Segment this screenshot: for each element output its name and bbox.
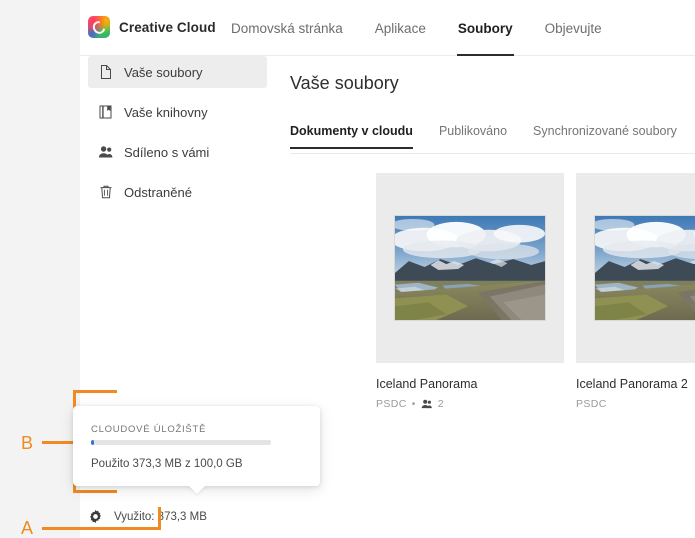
cloud-storage-popover-label: CLOUDOVÉ ÚLOŽIŠTĚ bbox=[91, 424, 207, 435]
nav-item-discover[interactable]: Objevujte bbox=[529, 0, 618, 56]
brand-name: Creative Cloud bbox=[119, 19, 216, 35]
gear-icon bbox=[90, 509, 101, 524]
sidebar-item-your-files[interactable]: Vaše soubory bbox=[88, 56, 267, 88]
file-card-meta-separator: • bbox=[411, 398, 416, 410]
screenshot-root: Creative Cloud Domovská stránka Aplikace… bbox=[0, 0, 695, 538]
sidebar-item-your-libraries[interactable]: Vaše knihovny bbox=[88, 96, 267, 128]
cloud-storage-used-text: Použito 373,3 MB z 100,0 GB bbox=[91, 458, 243, 470]
file-card-name: Iceland Panorama 2 bbox=[576, 377, 688, 391]
sidebar-item-deleted-label: Odstraněné bbox=[124, 184, 192, 200]
people-icon bbox=[98, 146, 113, 158]
nav-item-files-label: Soubory bbox=[457, 20, 513, 36]
file-card-shared-count: 2 bbox=[437, 398, 444, 410]
tab-synced-files-label: Synchronizované soubory bbox=[533, 124, 677, 138]
top-navigation-bar: Creative Cloud Domovská stránka Aplikace… bbox=[80, 0, 695, 56]
file-card-format: PSDC bbox=[576, 398, 607, 410]
trash-icon bbox=[100, 185, 112, 199]
file-card-grid: Iceland Panorama PSDC • 2 Iceland Panora… bbox=[376, 173, 695, 410]
annotation-a-line bbox=[42, 527, 161, 530]
sidebar-item-your-files-label: Vaše soubory bbox=[124, 64, 203, 80]
nav-item-home[interactable]: Domovská stránka bbox=[215, 0, 359, 56]
file-thumbnail-container bbox=[376, 173, 564, 363]
sidebar-item-deleted[interactable]: Odstraněné bbox=[88, 176, 267, 208]
tab-bar: Dokumenty v cloudu Publikováno Synchroni… bbox=[290, 124, 695, 154]
people-icon bbox=[421, 399, 432, 409]
annotation-b-pointer bbox=[42, 441, 73, 444]
page-title: Vaše soubory bbox=[290, 73, 399, 93]
annotation-b-line-bottom bbox=[73, 490, 117, 493]
file-card[interactable]: Iceland Panorama 2 PSDC bbox=[576, 173, 695, 410]
annotation-a-tick bbox=[158, 507, 161, 530]
sidebar-item-shared-with-you[interactable]: Sdíleno s vámi bbox=[88, 136, 267, 168]
brand[interactable]: Creative Cloud bbox=[88, 16, 216, 38]
annotation-a-label: A bbox=[21, 518, 34, 538]
annotation-b-label: B bbox=[21, 433, 34, 453]
nav-item-apps-label: Aplikace bbox=[374, 20, 426, 36]
file-card-meta: PSDC • 2 bbox=[376, 398, 564, 410]
file-thumbnail-container bbox=[576, 173, 695, 363]
library-icon bbox=[99, 105, 112, 119]
cloud-storage-popover: CLOUDOVÉ ÚLOŽIŠTĚ Použito 373,3 MB z 100… bbox=[73, 406, 320, 486]
sidebar-item-your-libraries-label: Vaše knihovny bbox=[124, 104, 208, 120]
file-icon bbox=[101, 65, 111, 79]
nav-item-apps[interactable]: Aplikace bbox=[359, 0, 442, 56]
annotation-b-line-top bbox=[73, 390, 117, 393]
nav-item-discover-label: Objevujte bbox=[544, 20, 602, 36]
nav-item-home-label: Domovská stránka bbox=[231, 20, 343, 36]
file-card-meta: PSDC bbox=[576, 398, 695, 410]
cloud-storage-progress-track bbox=[91, 440, 271, 445]
main-content: Vaše soubory Dokumenty v cloudu Publikov… bbox=[275, 56, 695, 538]
iceland-panorama-2-thumbnail bbox=[594, 215, 695, 321]
tab-published[interactable]: Publikováno bbox=[439, 124, 520, 148]
tab-published-label: Publikováno bbox=[438, 124, 508, 138]
top-nav-items: Domovská stránka Aplikace Soubory Objevu… bbox=[215, 0, 618, 56]
tab-cloud-documents-label: Dokumenty v cloudu bbox=[290, 124, 413, 138]
nav-item-files[interactable]: Soubory bbox=[442, 0, 529, 56]
storage-usage-bar[interactable]: Využito: 373,3 MB bbox=[88, 509, 207, 524]
file-card-name: Iceland Panorama bbox=[376, 377, 478, 391]
file-card[interactable]: Iceland Panorama PSDC • 2 bbox=[376, 173, 564, 410]
file-card-format: PSDC bbox=[376, 398, 407, 410]
tab-cloud-documents[interactable]: Dokumenty v cloudu bbox=[290, 124, 426, 149]
creative-cloud-logo-icon bbox=[88, 16, 110, 38]
cloud-storage-progress-fill bbox=[91, 440, 94, 445]
tab-synced-files[interactable]: Synchronizované soubory bbox=[533, 124, 690, 148]
iceland-panorama-thumbnail bbox=[394, 215, 546, 321]
sidebar-item-shared-with-you-label: Sdíleno s vámi bbox=[124, 144, 210, 160]
